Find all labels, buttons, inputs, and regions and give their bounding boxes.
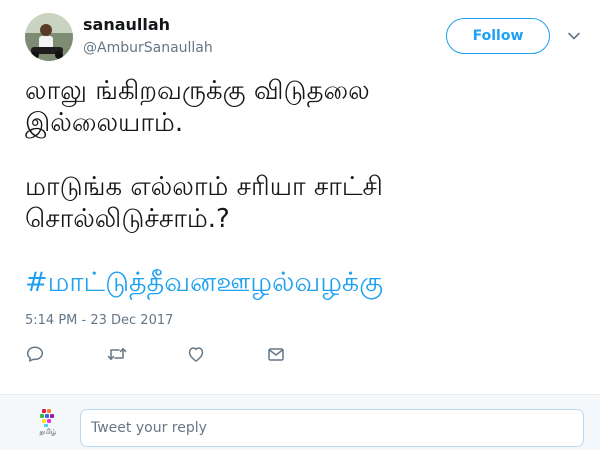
tweet-timestamp[interactable]: 5:14 PM - 23 Dec 2017 bbox=[25, 313, 173, 328]
tamil-logo-icon: தமிழ் bbox=[36, 408, 60, 438]
reply-icon[interactable] bbox=[24, 343, 46, 365]
author-handle[interactable]: @AmburSanaullah bbox=[83, 40, 213, 56]
hashtag-link[interactable]: #மாட்டுத்தீவனஊழல்வழக்கு bbox=[25, 266, 383, 300]
tweet-text-line: இல்லையாம். bbox=[25, 108, 184, 138]
chevron-down-icon[interactable] bbox=[566, 28, 582, 44]
reply-bar: தமிழ் bbox=[0, 395, 600, 450]
author-display-name[interactable]: sanaullah bbox=[83, 15, 170, 34]
author-avatar[interactable] bbox=[25, 13, 73, 61]
retweet-icon[interactable] bbox=[106, 343, 128, 365]
reply-avatar-caption: தமிழ் bbox=[39, 428, 57, 436]
like-icon[interactable] bbox=[185, 343, 207, 365]
tweet-text-line: சொல்லிடுச்சாம்.? bbox=[25, 204, 230, 234]
direct-message-icon[interactable] bbox=[265, 343, 287, 365]
tweet-actions bbox=[0, 343, 600, 367]
tweet-text-line: மாடுங்க எல்லாம் சரியா சாட்சி bbox=[25, 172, 383, 202]
profile-photo-icon bbox=[25, 13, 73, 61]
reply-input[interactable] bbox=[80, 409, 584, 447]
tweet-text: லாலு ங்கிறவருக்கு விடுதலை இல்லையாம். மாட… bbox=[25, 75, 580, 235]
tweet-card: sanaullah @AmburSanaullah Follow லாலு ங்… bbox=[0, 0, 600, 450]
tweet-text-line: லாலு ங்கிறவருக்கு விடுதலை bbox=[25, 76, 370, 106]
tweet-header: sanaullah @AmburSanaullah Follow bbox=[0, 0, 600, 64]
follow-button[interactable]: Follow bbox=[446, 18, 550, 54]
